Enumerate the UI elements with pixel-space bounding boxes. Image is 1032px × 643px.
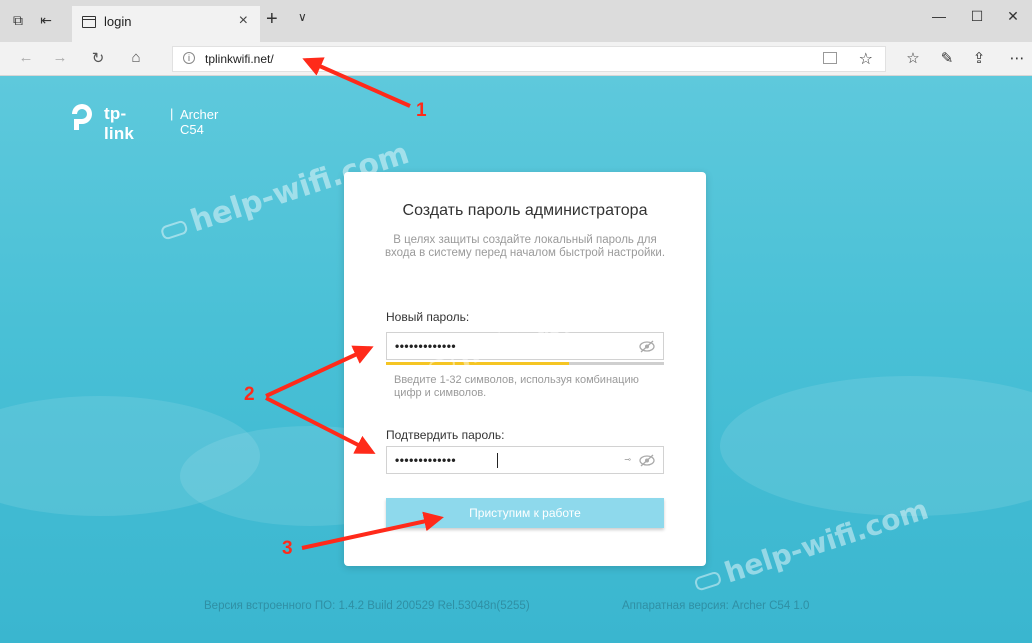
- create-password-card: Создать пароль администратора В целях за…: [344, 172, 706, 566]
- maximize-button[interactable]: ☐: [962, 8, 992, 25]
- site-info-icon[interactable]: i: [183, 52, 195, 64]
- card-title: Создать пароль администратора: [402, 202, 648, 219]
- annotation-label-3: 3: [282, 538, 293, 559]
- brand-name: tp-link: [104, 104, 135, 143]
- forward-icon[interactable]: →: [50, 49, 70, 66]
- refresh-icon[interactable]: ↻: [88, 49, 108, 67]
- browser-tab-bar: ⧉ ⇤ login × + ∨ — ☐ ✕: [0, 0, 1032, 42]
- back-icon[interactable]: ←: [16, 49, 36, 66]
- tab-list-chevron-icon[interactable]: ∨: [298, 10, 307, 24]
- page-favicon-icon: [82, 16, 96, 28]
- confirm-password-value: •••••••••••••: [395, 453, 457, 467]
- lets-get-started-button[interactable]: Приступим к работе: [386, 498, 664, 528]
- tab-login[interactable]: login ×: [72, 6, 260, 42]
- tp-link-logo-icon: [72, 104, 92, 130]
- show-password-eye-icon[interactable]: [639, 340, 655, 353]
- brand-separator: |: [170, 106, 174, 121]
- reading-view-icon[interactable]: [823, 52, 837, 64]
- text-caret: [497, 453, 498, 468]
- set-tabs-aside-icon[interactable]: ⇤: [38, 12, 54, 28]
- annotation-label-2: 2: [244, 384, 255, 405]
- share-icon[interactable]: ⇪: [968, 49, 990, 67]
- home-icon[interactable]: ⌂: [126, 49, 146, 66]
- minimize-button[interactable]: —: [924, 8, 954, 24]
- password-manager-key-icon[interactable]: ⊸: [624, 455, 631, 464]
- firmware-version: Версия встроенного ПО: 1.4.2 Build 20052…: [204, 600, 530, 612]
- address-bar[interactable]: i tplinkwifi.net/ ☆: [172, 46, 886, 72]
- watermark: help-wifi.com: [690, 493, 932, 600]
- router-login-page: tp-link | Archer C54 Создать пароль адми…: [0, 76, 1032, 643]
- favorite-star-icon[interactable]: ☆: [859, 49, 873, 69]
- watermark-router-icon: [427, 354, 457, 376]
- close-window-button[interactable]: ✕: [998, 8, 1028, 25]
- watermark-router-icon: [693, 570, 723, 592]
- more-menu-icon[interactable]: ⋯: [1006, 49, 1028, 67]
- confirm-password-label: Подтвердить пароль:: [386, 428, 505, 442]
- browser-toolbar: ← → ↻ ⌂ i tplinkwifi.net/ ☆ ☆ ✎ ⇪ ⋯: [0, 42, 1032, 76]
- address-url[interactable]: tplinkwifi.net/: [205, 52, 274, 66]
- show-password-eye-icon[interactable]: [639, 454, 655, 467]
- background-cloud: [720, 376, 1032, 516]
- annotation-label-1: 1: [416, 100, 427, 121]
- favorites-list-icon[interactable]: ☆: [902, 49, 924, 67]
- hardware-version: Аппаратная версия: Archer C54 1.0: [622, 600, 810, 612]
- tab-title: login: [104, 14, 132, 29]
- tab-close-icon[interactable]: ×: [239, 12, 248, 30]
- brand-model: Archer C54: [180, 107, 219, 137]
- new-tab-button[interactable]: +: [266, 8, 278, 31]
- card-subtitle: В целях защиты создайте локальный пароль…: [384, 234, 666, 259]
- confirm-password-field[interactable]: ••••••••••••• ⊸: [386, 446, 664, 474]
- watermark-router-icon: [159, 218, 189, 241]
- pen-notes-icon[interactable]: ✎: [936, 49, 958, 67]
- new-password-label: Новый пароль:: [386, 310, 470, 324]
- tab-actions-icon[interactable]: ⧉: [10, 12, 26, 28]
